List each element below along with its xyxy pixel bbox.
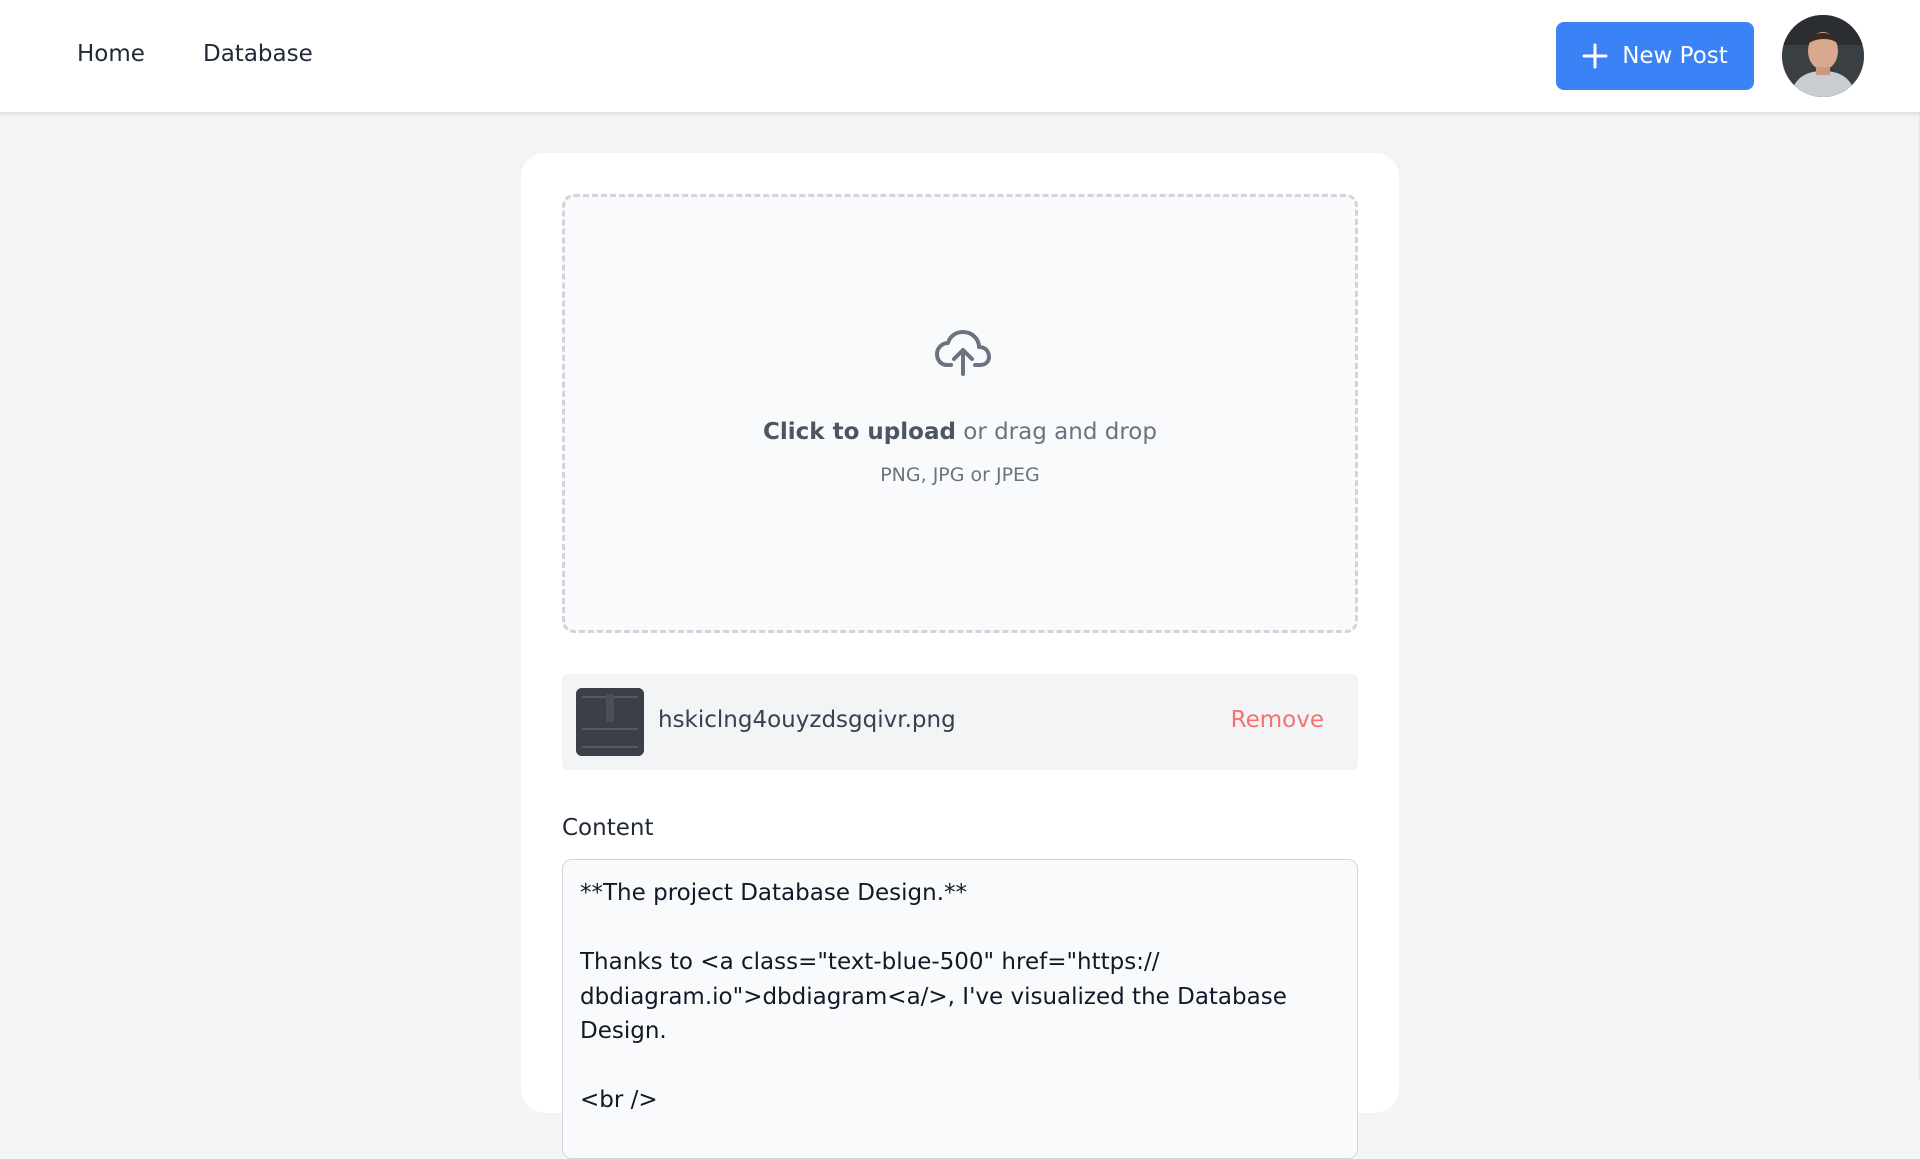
uploaded-file-item: hskiclng4ouyzdsgqivr.png Remove: [562, 674, 1358, 770]
content-label: Content: [562, 815, 654, 841]
new-post-label: New Post: [1622, 43, 1728, 69]
file-thumbnail: [576, 688, 644, 756]
top-navbar: Home Database New Post: [0, 0, 1920, 112]
plus-icon: [1582, 43, 1608, 69]
remove-file-button[interactable]: Remove: [1231, 707, 1324, 733]
click-to-upload-text[interactable]: Click to upload: [763, 419, 956, 445]
nav-link-database[interactable]: Database: [203, 41, 313, 67]
content-line: [580, 1049, 1340, 1084]
upload-instructions: Click to upload or drag and drop: [565, 419, 1355, 445]
content-line: dbdiagram.io">dbdiagram<a/>, I've visual…: [580, 983, 1295, 1045]
content-textarea[interactable]: **The project Database Design.** Thanks t…: [562, 859, 1358, 1159]
content-line: Thanks to <a class="text-blue-500" href=…: [580, 949, 1160, 975]
avatar-image: [1782, 15, 1864, 97]
drag-and-drop-text: or drag and drop: [955, 419, 1157, 445]
user-avatar[interactable]: [1782, 15, 1864, 97]
cloud-upload-icon: [935, 330, 991, 376]
accepted-formats-hint: PNG, JPG or JPEG: [880, 464, 1040, 486]
content-line: <br />: [580, 1087, 658, 1113]
image-upload-dropzone[interactable]: Click to upload or drag and drop PNG, JP…: [562, 194, 1358, 633]
new-post-button[interactable]: New Post: [1556, 22, 1754, 90]
new-post-form-card: Click to upload or drag and drop PNG, JP…: [521, 153, 1399, 1159]
file-name: hskiclng4ouyzdsgqivr.png: [658, 707, 956, 733]
content-line: [580, 911, 1340, 946]
nav-link-home[interactable]: Home: [77, 41, 145, 67]
content-line: **The project Database Design.**: [580, 880, 968, 906]
